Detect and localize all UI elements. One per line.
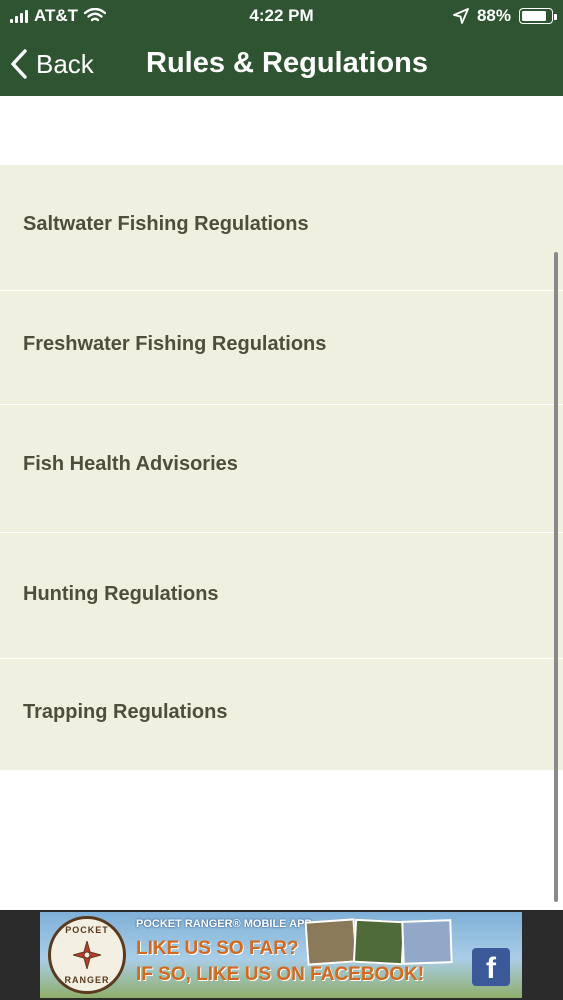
chevron-left-icon [11, 49, 27, 79]
logo-text-top: POCKET [65, 925, 109, 935]
back-button[interactable]: Back [10, 46, 94, 82]
banner-photo [352, 918, 406, 966]
list-item-label: Hunting Regulations [23, 583, 219, 605]
list-item-trapping[interactable]: Trapping Regulations [0, 659, 563, 770]
banner-app-label: POCKET RANGER® MOBILE APP [136, 918, 312, 930]
pocket-ranger-logo: POCKET RANGER [48, 916, 126, 994]
logo-text-bottom: RANGER [64, 975, 110, 985]
list-item-saltwater-fishing[interactable]: Saltwater Fishing Regulations [0, 165, 563, 291]
scrollbar[interactable] [554, 252, 558, 902]
list-item-label: Trapping Regulations [23, 701, 228, 723]
regulations-list: Saltwater Fishing Regulations Freshwater… [0, 165, 563, 770]
status-right: 88% [453, 6, 557, 26]
app-header: AT&T 4:22 PM 88% Back Rules & Regulation… [0, 0, 563, 96]
banner-headline: LIKE US SO FAR? [136, 938, 299, 959]
banner-subheadline: IF SO, LIKE US ON FACEBOOK! [136, 964, 425, 985]
list-item-hunting[interactable]: Hunting Regulations [0, 533, 563, 659]
list-item-label: Freshwater Fishing Regulations [23, 333, 327, 355]
banner-photo [401, 919, 453, 965]
facebook-banner-ad[interactable]: POCKET RANGER POCKET RANGER® MOBILE APP … [40, 912, 522, 998]
list-item-freshwater-fishing[interactable]: Freshwater Fishing Regulations [0, 291, 563, 405]
status-bar: AT&T 4:22 PM 88% [0, 0, 563, 34]
list-item-label: Fish Health Advisories [23, 453, 238, 475]
location-arrow-icon [453, 8, 469, 24]
battery-fill [522, 11, 546, 21]
facebook-icon: f [472, 948, 510, 986]
battery-icon [519, 8, 557, 24]
list-item-label: Saltwater Fishing Regulations [23, 213, 309, 235]
compass-icon [73, 941, 101, 969]
banner-photo [304, 918, 358, 966]
battery-tip [554, 14, 557, 20]
page-title: Rules & Regulations [146, 47, 428, 79]
battery-percent: 88% [476, 6, 511, 25]
back-label: Back [36, 48, 94, 79]
list-item-fish-health[interactable]: Fish Health Advisories [0, 405, 563, 533]
navigation-bar: Back Rules & Regulations [0, 34, 563, 96]
